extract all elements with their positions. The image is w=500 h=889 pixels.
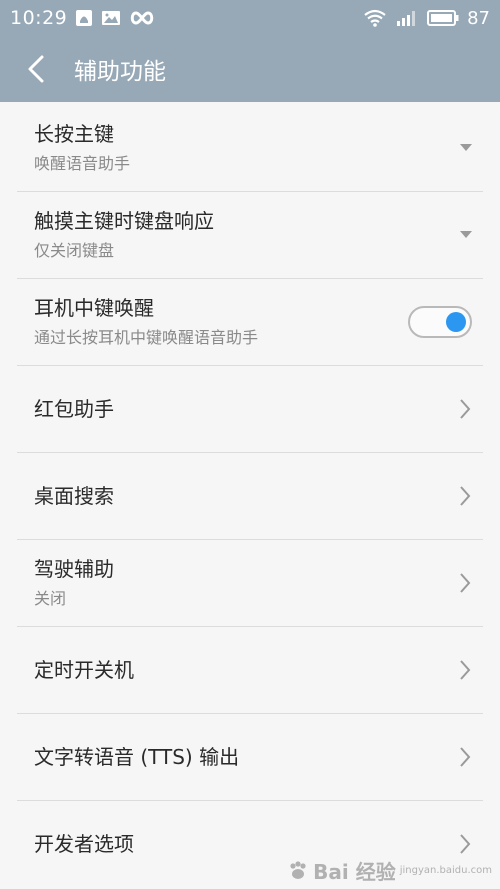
setting-desktop-search[interactable]: 桌面搜索 xyxy=(0,452,500,539)
screen: 10:29 87 辅助功能 长按主键 唤醒语音助手 触摸主键时键盘响应 仅关闭键… xyxy=(0,0,500,889)
row-title: 触摸主键时键盘响应 xyxy=(34,208,214,233)
watermark-url: jingyan.baidu.com xyxy=(399,865,492,876)
notification-icon xyxy=(75,9,93,27)
row-subtitle: 唤醒语音助手 xyxy=(34,153,131,173)
setting-touch-home-keyboard[interactable]: 触摸主键时键盘响应 仅关闭键盘 xyxy=(0,191,500,278)
row-trailing xyxy=(432,144,472,151)
row-trailing xyxy=(432,571,472,595)
toggle-knob xyxy=(446,311,466,332)
battery-icon xyxy=(427,9,459,27)
chevron-right-icon xyxy=(458,658,472,682)
row-subtitle: 关闭 xyxy=(34,588,67,608)
chevron-right-icon xyxy=(458,832,472,856)
setting-tts-output[interactable]: 文字转语音 (TTS) 输出 xyxy=(0,713,500,800)
status-bar: 10:29 87 xyxy=(0,0,500,36)
dropdown-arrow-icon[interactable] xyxy=(460,144,472,151)
row-text: 触摸主键时键盘响应 仅关闭键盘 xyxy=(34,208,432,262)
dropdown-arrow-icon[interactable] xyxy=(460,231,472,238)
row-trailing xyxy=(402,305,472,338)
headset-wake-toggle[interactable] xyxy=(408,305,472,338)
status-time: 10:29 xyxy=(10,7,68,29)
infinity-icon xyxy=(129,10,155,26)
row-title: 红包助手 xyxy=(34,396,114,421)
gallery-icon xyxy=(101,9,121,27)
row-title: 驾驶辅助 xyxy=(34,556,114,581)
row-title: 定时开关机 xyxy=(34,657,134,682)
row-text: 耳机中键唤醒 通过长按耳机中键唤醒语音助手 xyxy=(34,295,402,349)
chevron-right-icon xyxy=(458,745,472,769)
row-trailing xyxy=(432,832,472,856)
row-trailing xyxy=(432,484,472,508)
row-title: 开发者选项 xyxy=(34,831,134,856)
baidu-watermark: Bai 经验 jingyan.baidu.com xyxy=(287,856,492,885)
setting-driving-assist[interactable]: 驾驶辅助 关闭 xyxy=(0,539,500,626)
title-bar: 辅助功能 xyxy=(0,36,500,102)
chevron-left-icon xyxy=(26,54,46,84)
row-trailing xyxy=(432,397,472,421)
settings-list: 长按主键 唤醒语音助手 触摸主键时键盘响应 仅关闭键盘 耳机中键唤醒 通过长按耳… xyxy=(0,104,500,887)
status-left: 10:29 xyxy=(10,7,155,29)
baidu-paw-icon xyxy=(287,860,309,882)
row-subtitle: 仅关闭键盘 xyxy=(34,240,115,260)
back-button[interactable] xyxy=(8,36,64,102)
setting-long-press-home[interactable]: 长按主键 唤醒语音助手 xyxy=(0,104,500,191)
row-text: 文字转语音 (TTS) 输出 xyxy=(34,744,432,770)
chevron-right-icon xyxy=(458,484,472,508)
row-text: 桌面搜索 xyxy=(34,483,432,509)
battery-percent: 87 xyxy=(467,7,490,29)
row-title: 文字转语音 (TTS) 输出 xyxy=(34,744,240,769)
row-text: 开发者选项 xyxy=(34,831,432,857)
row-trailing xyxy=(432,745,472,769)
row-text: 驾驶辅助 关闭 xyxy=(34,556,432,610)
setting-headset-wake[interactable]: 耳机中键唤醒 通过长按耳机中键唤醒语音助手 xyxy=(0,278,500,365)
watermark-text: Bai 经验 xyxy=(313,860,396,884)
row-subtitle: 通过长按耳机中键唤醒语音助手 xyxy=(34,327,259,347)
chevron-right-icon xyxy=(458,397,472,421)
status-right: 87 xyxy=(363,8,490,29)
wifi-icon xyxy=(363,9,387,27)
chevron-right-icon xyxy=(458,571,472,595)
setting-red-packet-assistant[interactable]: 红包助手 xyxy=(0,365,500,452)
row-text: 定时开关机 xyxy=(34,657,432,683)
page-title: 辅助功能 xyxy=(74,59,166,85)
row-trailing xyxy=(432,658,472,682)
row-text: 长按主键 唤醒语音助手 xyxy=(34,121,432,175)
row-text: 红包助手 xyxy=(34,396,432,422)
row-trailing xyxy=(432,231,472,238)
row-title: 长按主键 xyxy=(34,121,114,146)
row-title: 耳机中键唤醒 xyxy=(34,295,154,320)
setting-scheduled-power[interactable]: 定时开关机 xyxy=(0,626,500,713)
signal-icon xyxy=(395,9,419,27)
row-title: 桌面搜索 xyxy=(34,483,114,508)
